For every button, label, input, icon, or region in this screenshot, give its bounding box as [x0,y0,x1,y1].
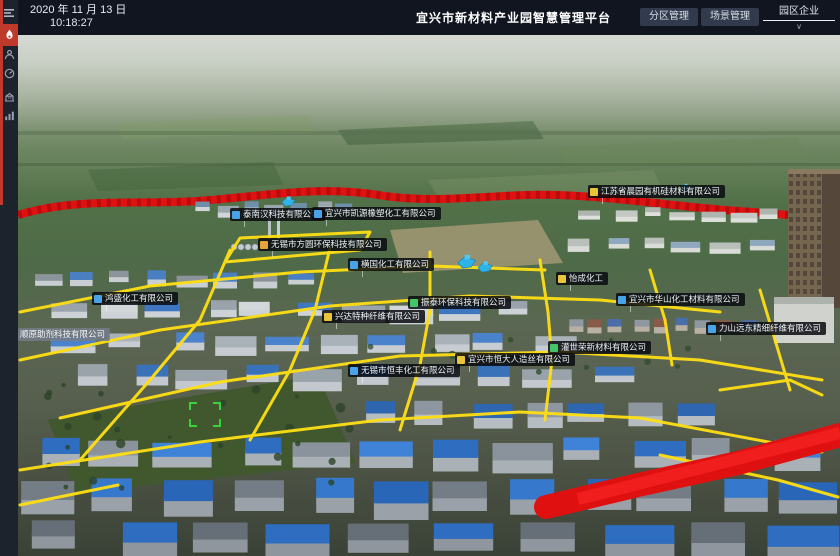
company-label[interactable]: 宜兴市华山化工材料有限公司 [616,293,745,306]
factory-icon [94,295,102,303]
label-leader-line [336,323,337,329]
zone-management-button[interactable]: 分区管理 [640,8,698,26]
fire-icon[interactable] [0,24,18,46]
map-3d-viewport[interactable]: 泰南汉科技有限公司宜兴市凯源橡塑化工有限公司无锡市方圆环保科技有限公司横国化工有… [18,35,840,556]
company-label-text: 鸿盛化工有限公司 [105,292,173,305]
factory-icon [232,211,240,219]
gauge-icon[interactable] [0,63,18,83]
factory-icon[interactable] [0,86,18,106]
company-label[interactable]: 鸿盛化工有限公司 [92,292,178,305]
company-label[interactable]: 泰南汉科技有限公司 [230,208,325,221]
user-icon[interactable] [0,44,18,64]
company-label-text: 无锡市恒丰化工有限公司 [361,364,455,377]
label-leader-line [720,335,721,341]
label-leader-line [602,198,603,204]
factory-icon [550,344,558,352]
label-leader-line [106,305,107,311]
factory-icon [558,275,566,283]
current-date: 2020 年 11 月 13 日 [30,4,126,17]
factory-icon [590,188,598,196]
park-enterprise-label: 园区企业 [763,6,835,18]
company-label-text: 灌世荣新材料有限公司 [561,341,646,354]
company-label-text: 兴达特种纤维有限公司 [335,310,420,323]
company-label-text: 怡成化工 [569,272,603,285]
current-time: 10:18:27 [50,17,126,30]
label-leader-line [244,221,245,227]
left-sidebar [0,0,18,556]
chevron-down-icon: ∨ [763,22,835,31]
company-label[interactable]: 江苏省晨园有机硅材料有限公司 [588,185,725,198]
factory-icon [410,299,418,307]
factory-icon [260,241,268,249]
page-title: 宜兴市新材料产业园智慧管理平台 [416,9,611,26]
company-label-text: 力山远东精细纤维有限公司 [719,322,821,335]
datetime-block: 2020 年 11 月 13 日 10:18:27 [30,4,126,30]
company-label[interactable]: 力山远东精细纤维有限公司 [706,322,826,335]
company-label-text: 宜兴市华山化工材料有限公司 [629,293,740,306]
bar-chart-icon[interactable] [0,105,18,125]
factory-icon [350,261,358,269]
company-label[interactable]: 兴达特种纤维有限公司 [322,310,425,323]
park-enterprise-dropdown[interactable]: 园区企业 ∨ [763,6,835,31]
label-leader-line [570,285,571,291]
company-label[interactable]: 横国化工有限公司 [348,258,434,271]
company-label[interactable]: 振泰环保科技有限公司 [408,296,511,309]
horizon-haze [18,35,840,130]
label-leader-line [326,220,327,226]
factory-icon [350,367,358,375]
company-label-text: 江苏省晨园有机硅材料有限公司 [601,185,720,198]
label-leader-line [362,271,363,277]
company-label-text: 振泰环保科技有限公司 [421,296,506,309]
company-label[interactable]: 顺原助剂科技有限公司 [18,328,110,341]
company-label-text: 宜兴市凯源橡塑化工有限公司 [325,207,436,220]
company-label-text: 无锡市方圆环保科技有限公司 [271,238,382,251]
menu-icon[interactable] [0,3,18,23]
factory-icon [708,325,716,333]
company-label-text: 泰南汉科技有限公司 [243,208,320,221]
top-bar: 2020 年 11 月 13 日 10:18:27 宜兴市新材料产业园智慧管理平… [18,0,840,35]
company-label[interactable]: 宜兴市凯源橡塑化工有限公司 [312,207,441,220]
factory-icon [314,210,322,218]
company-label-text: 横国化工有限公司 [361,258,429,271]
company-label-text: 顺原助剂科技有限公司 [20,328,105,341]
company-label-text: 宜兴市恒大人造丝有限公司 [468,353,570,366]
scene-management-button[interactable]: 场景管理 [701,8,759,26]
dropdown-underline [763,20,835,21]
label-leader-line [469,366,470,372]
factory-icon [324,313,332,321]
company-label[interactable]: 怡成化工 [556,272,608,285]
company-label[interactable]: 无锡市恒丰化工有限公司 [348,364,460,377]
label-leader-line [362,377,363,383]
factory-icon [457,356,465,364]
label-leader-line [272,251,273,257]
label-leader-line [630,306,631,312]
factory-icon [618,296,626,304]
company-label[interactable]: 宜兴市恒大人造丝有限公司 [455,353,575,366]
company-label[interactable]: 无锡市方圆环保科技有限公司 [258,238,387,251]
